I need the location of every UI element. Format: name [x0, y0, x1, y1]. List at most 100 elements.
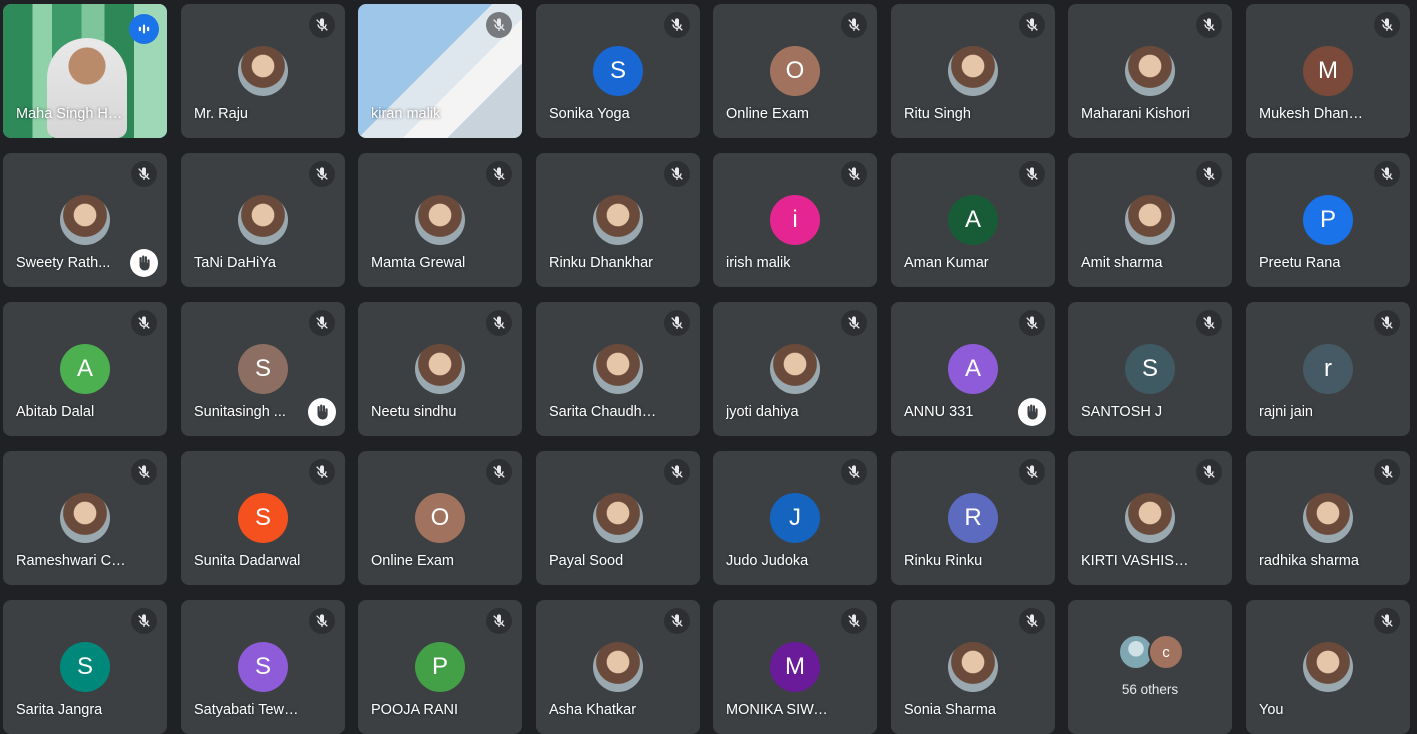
participant-tile[interactable]: S Sunitasingh ... — [181, 302, 345, 436]
participant-name: Sarita Jangra — [16, 702, 103, 718]
participant-tile[interactable]: jyoti dahiya — [713, 302, 877, 436]
muted-indicator — [841, 608, 867, 634]
participant-tile[interactable]: O Online Exam — [358, 451, 522, 585]
muted-indicator — [486, 161, 512, 187]
participant-tile[interactable]: Maha Singh Hoo... — [3, 4, 167, 138]
avatar: A — [948, 195, 998, 245]
mic-off-icon — [138, 465, 150, 478]
muted-indicator — [664, 459, 690, 485]
muted-indicator — [486, 12, 512, 38]
muted-indicator — [309, 12, 335, 38]
participant-tile[interactable]: Amit sharma — [1068, 153, 1232, 287]
mic-off-icon — [493, 614, 505, 627]
participant-tile[interactable]: Ritu Singh — [891, 4, 1055, 138]
mic-off-icon — [1026, 167, 1038, 180]
participant-tile[interactable]: A ANNU 331 — [891, 302, 1055, 436]
participant-name: TaNi DaHiYa — [194, 255, 276, 271]
avatar — [593, 195, 643, 245]
participant-grid: Maha Singh Hoo... Mr. Raju kiran malik S Son… — [0, 0, 1417, 734]
participant-tile[interactable]: Asha Khatkar — [536, 600, 700, 734]
participant-tile[interactable]: J Judo Judoka — [713, 451, 877, 585]
participant-tile[interactable]: kiran malik — [358, 4, 522, 138]
mic-off-icon — [493, 18, 505, 31]
participant-name: SANTOSH J — [1081, 404, 1163, 420]
muted-indicator — [1196, 12, 1222, 38]
participant-name: Sonika Yoga — [549, 106, 630, 122]
participant-tile[interactable]: Sarita Chaudhary — [536, 302, 700, 436]
mic-off-icon — [1026, 18, 1038, 31]
participant-tile[interactable]: M MONIKA SIWACH — [713, 600, 877, 734]
participant-tile[interactable]: S Satyabati Tewatia — [181, 600, 345, 734]
muted-indicator — [1019, 12, 1045, 38]
avatar — [238, 195, 288, 245]
muted-indicator — [1019, 459, 1045, 485]
muted-indicator — [486, 459, 512, 485]
participant-tile[interactable]: KIRTI VASHISHT — [1068, 451, 1232, 585]
raised-hand-icon — [317, 404, 328, 420]
participant-tile[interactable]: Payal Sood — [536, 451, 700, 585]
muted-indicator — [841, 12, 867, 38]
muted-indicator — [664, 12, 690, 38]
avatar: S — [238, 642, 288, 692]
participant-tile[interactable]: A Aman Kumar — [891, 153, 1055, 287]
participant-tile[interactable]: Sweety Rath... — [3, 153, 167, 287]
avatar: M — [1303, 46, 1353, 96]
participant-tile[interactable]: Neetu sindhu — [358, 302, 522, 436]
avatar — [770, 344, 820, 394]
participant-tile[interactable]: Rinku Dhankhar — [536, 153, 700, 287]
participant-tile[interactable]: Maharani Kishori — [1068, 4, 1232, 138]
participant-tile[interactable]: P POOJA RANI — [358, 600, 522, 734]
participant-tile[interactable]: radhika sharma — [1246, 451, 1410, 585]
avatar: r — [1303, 344, 1353, 394]
participant-tile[interactable]: Sonia Sharma — [891, 600, 1055, 734]
participant-tile[interactable]: S Sarita Jangra — [3, 600, 167, 734]
participant-name: Neetu sindhu — [371, 404, 457, 420]
participant-tile[interactable]: You — [1246, 600, 1410, 734]
muted-indicator — [1019, 161, 1045, 187]
muted-indicator — [841, 310, 867, 336]
muted-indicator — [309, 459, 335, 485]
participant-tile[interactable]: Mamta Grewal — [358, 153, 522, 287]
participant-tile[interactable]: A Abitab Dalal — [3, 302, 167, 436]
muted-indicator — [1374, 161, 1400, 187]
participant-name: Sunita Dadarwal — [194, 553, 301, 569]
participant-name: Judo Judoka — [726, 553, 809, 569]
participant-tile[interactable]: S Sonika Yoga — [536, 4, 700, 138]
participant-name: KIRTI VASHISHT — [1081, 553, 1192, 569]
mic-off-icon — [848, 465, 860, 478]
participant-tile[interactable]: TaNi DaHiYa — [181, 153, 345, 287]
participant-tile[interactable]: P Preetu Rana — [1246, 153, 1410, 287]
avatar — [593, 493, 643, 543]
participant-name: Asha Khatkar — [549, 702, 637, 718]
mic-off-icon — [1381, 316, 1393, 329]
raised-hand-icon — [139, 255, 150, 271]
muted-indicator — [1374, 310, 1400, 336]
avatar — [593, 642, 643, 692]
mic-off-icon — [138, 167, 150, 180]
participant-tile[interactable]: M Mukesh Dhankhar — [1246, 4, 1410, 138]
mic-off-icon — [1203, 18, 1215, 31]
avatar: O — [415, 493, 465, 543]
participant-tile[interactable]: r rajni jain — [1246, 302, 1410, 436]
participant-name: Mr. Raju — [194, 106, 248, 122]
participant-tile[interactable]: i irish malik — [713, 153, 877, 287]
mic-off-icon — [848, 18, 860, 31]
mic-off-icon — [1026, 465, 1038, 478]
avatar — [1125, 195, 1175, 245]
mic-off-icon — [1026, 316, 1038, 329]
mic-off-icon — [1381, 465, 1393, 478]
participant-name: Maharani Kishori — [1081, 106, 1190, 122]
participant-name: Abitab Dalal — [16, 404, 95, 420]
muted-indicator — [841, 459, 867, 485]
participant-tile[interactable]: c 56 others — [1068, 600, 1232, 734]
participant-tile[interactable]: O Online Exam — [713, 4, 877, 138]
participant-tile[interactable]: Rameshwari Cha... — [3, 451, 167, 585]
participant-name: jyoti dahiya — [726, 404, 799, 420]
participant-name: Ritu Singh — [904, 106, 971, 122]
avatar — [1125, 46, 1175, 96]
participant-tile[interactable]: S Sunita Dadarwal — [181, 451, 345, 585]
participant-tile[interactable]: R Rinku Rinku — [891, 451, 1055, 585]
mic-off-icon — [671, 18, 683, 31]
participant-tile[interactable]: Mr. Raju — [181, 4, 345, 138]
participant-tile[interactable]: S SANTOSH J — [1068, 302, 1232, 436]
